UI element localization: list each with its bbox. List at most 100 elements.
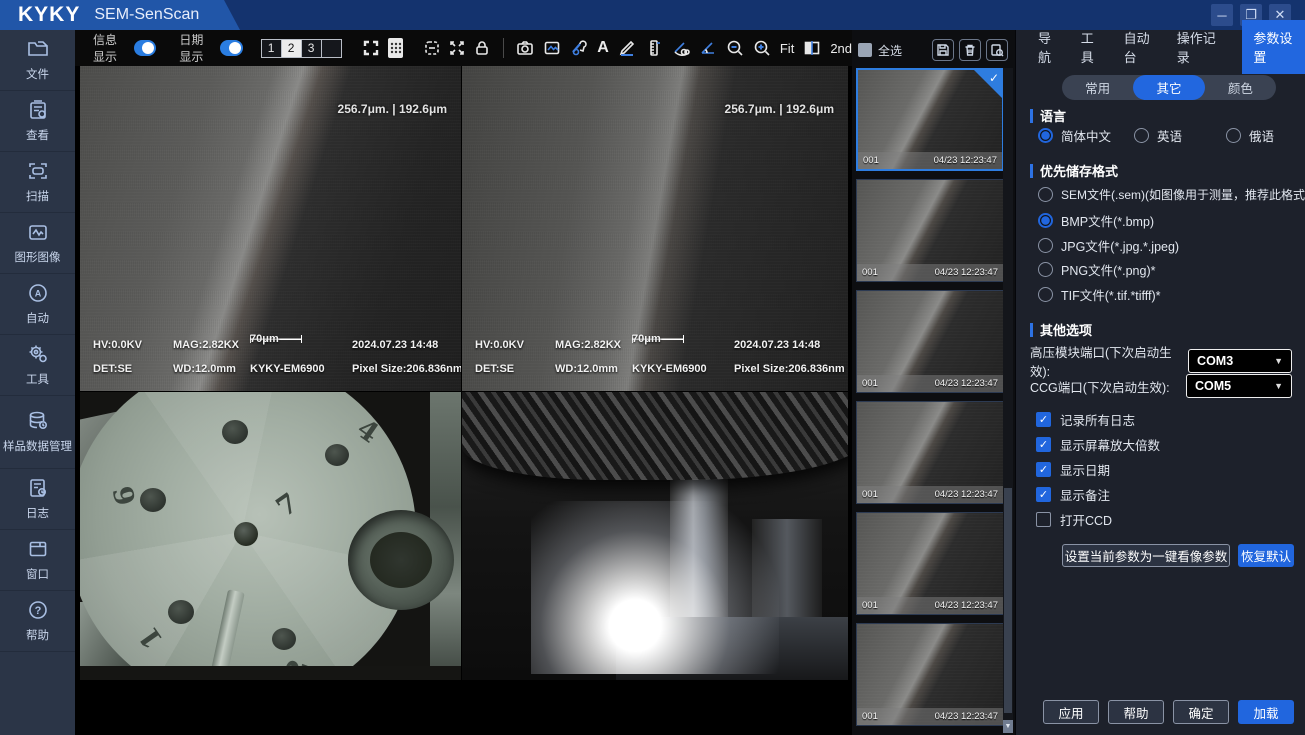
sidebar-item-file[interactable]: 文件 (0, 30, 75, 91)
chamber-light-glow (531, 501, 779, 675)
tab-parameter-settings[interactable]: 参数设置 (1242, 20, 1305, 74)
sidebar-item-scan[interactable]: 扫描 (0, 152, 75, 213)
info-display-toggle[interactable] (133, 40, 157, 56)
thumbnail-item[interactable]: 001 04/23 12:23:47 (856, 179, 1004, 282)
date-display-toggle[interactable] (220, 40, 243, 56)
grid-pattern-icon[interactable] (388, 38, 403, 58)
format-option-tif[interactable]: TIF文件(*.tif.*tifff)* (1038, 285, 1161, 304)
restore-default-button[interactable]: 恢复默认 (1238, 544, 1294, 567)
sem-viewport-2[interactable]: 256.7μm. | 192.6μm HV:0.0KV MAG:2.82KX 7… (462, 66, 848, 391)
thumbnail-scrollbar[interactable]: ▼ (1003, 68, 1013, 733)
format-option-png[interactable]: PNG文件(*.png)* (1038, 260, 1155, 279)
view-preset-4[interactable] (320, 38, 342, 58)
zoom-in-icon[interactable] (753, 37, 771, 59)
save-images-button[interactable] (932, 39, 954, 61)
database-icon (27, 410, 49, 437)
scrollbar-thumb[interactable] (1004, 488, 1012, 713)
check-show-remark[interactable]: ✓ 显示备注 (1036, 485, 1110, 504)
format-option-bmp[interactable]: BMP文件(*.bmp) (1038, 211, 1154, 230)
sidebar-item-auto[interactable]: A 自动 (0, 274, 75, 335)
sidebar-item-window[interactable]: 窗口 (0, 530, 75, 591)
checkbox-icon: ✓ (1036, 462, 1051, 477)
pen-measure-icon[interactable] (618, 37, 636, 59)
language-option-english[interactable]: 英语 (1134, 126, 1182, 145)
radio-icon (1038, 287, 1053, 302)
panel-tabs: 导航 工具 自动台 操作记录 参数设置 (1016, 20, 1305, 74)
sidebar-item-help[interactable]: ? 帮助 (0, 591, 75, 652)
format-option-sem[interactable]: SEM文件(.sem)(如图像用于测量，推荐此格式) (1038, 186, 1305, 203)
hv-port-select[interactable]: COM3 ▼ (1188, 349, 1292, 373)
sidebar-item-sample-data[interactable]: 样品数据管理 (0, 396, 75, 469)
stage-hole (168, 600, 194, 624)
check-record-all-logs[interactable]: ✓ 记录所有日志 (1036, 410, 1135, 429)
thumbnail-item[interactable]: 001 04/23 12:23:47 (856, 401, 1004, 504)
sidebar-item-log[interactable]: 日志 (0, 469, 75, 530)
checkbox-icon (1036, 512, 1051, 527)
preview-images-button[interactable] (986, 39, 1008, 61)
expand-arrows-icon[interactable] (363, 38, 379, 58)
checkbox-icon: ✓ (1036, 437, 1051, 452)
second-detector-button[interactable]: 2nd (830, 41, 852, 56)
view-preset-2[interactable]: 2 (280, 38, 302, 58)
check-show-date[interactable]: ✓ 显示日期 (1036, 460, 1110, 479)
ccg-port-select[interactable]: COM5 ▼ (1186, 374, 1292, 398)
sem-databar-2: HV:0.0KV MAG:2.82KX 70μm 2024.07.23 14:4… (475, 333, 845, 375)
help-button[interactable]: 帮助 (1108, 700, 1164, 724)
minimize-button[interactable]: ─ (1211, 4, 1233, 26)
language-option-russian[interactable]: 俄语 (1226, 126, 1274, 145)
sem-databar-1: HV:0.0KV MAG:2.82KX 70μm 2024.07.23 14:4… (93, 333, 461, 375)
thumbnail-item[interactable]: ✓ 001 04/23 12:23:47 (856, 68, 1004, 171)
view-preset-1[interactable]: 1 (260, 38, 282, 58)
subtab-color[interactable]: 颜色 (1205, 75, 1276, 100)
apply-button[interactable]: 应用 (1043, 700, 1099, 724)
subtab-other[interactable]: 其它 (1133, 75, 1205, 100)
fullscreen-icon[interactable] (449, 38, 465, 58)
subtab-common[interactable]: 常用 (1062, 75, 1133, 100)
thumbnail-item[interactable]: 001 04/23 12:23:47 (856, 623, 1004, 726)
chevron-down-icon: ▼ (1274, 381, 1283, 391)
tab-operation-log[interactable]: 操作记录 (1177, 28, 1219, 66)
scroll-down-button[interactable]: ▼ (1003, 720, 1013, 733)
thumbnail-item[interactable]: 001 04/23 12:23:47 (856, 290, 1004, 393)
adjust-tools-icon[interactable] (570, 37, 588, 59)
format-option-jpg[interactable]: JPG文件(*.jpg.*.jpeg) (1038, 236, 1179, 255)
wd-value: WD:12.0mm (173, 363, 236, 375)
sidebar-item-view[interactable]: 查看 (0, 91, 75, 152)
select-all-checkbox[interactable] (858, 43, 872, 57)
delete-images-button[interactable] (959, 39, 981, 61)
radio-icon (1226, 128, 1241, 143)
fit-button[interactable]: Fit (780, 41, 794, 56)
text-annotation-icon[interactable]: A (597, 39, 609, 57)
check-open-ccd[interactable]: 打开CCD (1036, 510, 1112, 529)
view-preset-3[interactable]: 3 (300, 38, 322, 58)
dashed-region-icon[interactable] (424, 38, 440, 58)
angle-icon[interactable] (699, 37, 717, 59)
radio-icon (1038, 187, 1053, 202)
split-contrast-icon[interactable] (803, 37, 821, 59)
load-button[interactable]: 加载 (1238, 700, 1294, 724)
lock-icon[interactable] (474, 37, 490, 59)
select-all-label: 全选 (878, 43, 903, 58)
thumbnail-item[interactable]: 001 04/23 12:23:47 (856, 512, 1004, 615)
tab-auto-stage[interactable]: 自动台 (1124, 28, 1155, 66)
capture-camera-icon[interactable] (516, 37, 534, 59)
stage-camera-viewport[interactable]: 6 7 4 1 2 (80, 392, 461, 680)
brand-area: KYKY SEM-SenScan (0, 0, 240, 30)
zoom-out-icon[interactable] (726, 37, 744, 59)
image-export-icon[interactable] (543, 37, 561, 59)
tab-tools[interactable]: 工具 (1081, 28, 1102, 66)
datetime-value: 2024.07.23 14:48 (352, 339, 439, 351)
chamber-camera-viewport[interactable] (462, 392, 848, 680)
set-onekey-params-button[interactable]: 设置当前参数为一键看像参数 (1062, 544, 1230, 567)
image-wave-icon (27, 221, 49, 248)
sidebar-item-image[interactable]: 图形图像 (0, 213, 75, 274)
check-show-screen-mag[interactable]: ✓ 显示屏幕放大倍数 (1036, 435, 1160, 454)
language-option-chinese[interactable]: 简体中文 (1038, 126, 1111, 145)
sidebar-item-tools[interactable]: 工具 (0, 335, 75, 396)
ruler-icon[interactable] (645, 37, 663, 59)
protractor-icon[interactable] (672, 37, 690, 59)
ok-button[interactable]: 确定 (1173, 700, 1229, 724)
sem-viewport-1[interactable]: 256.7μm. | 192.6μm HV:0.0KV MAG:2.82KX 7… (80, 66, 461, 391)
log-icon (27, 477, 49, 504)
tab-navigation[interactable]: 导航 (1038, 28, 1059, 66)
